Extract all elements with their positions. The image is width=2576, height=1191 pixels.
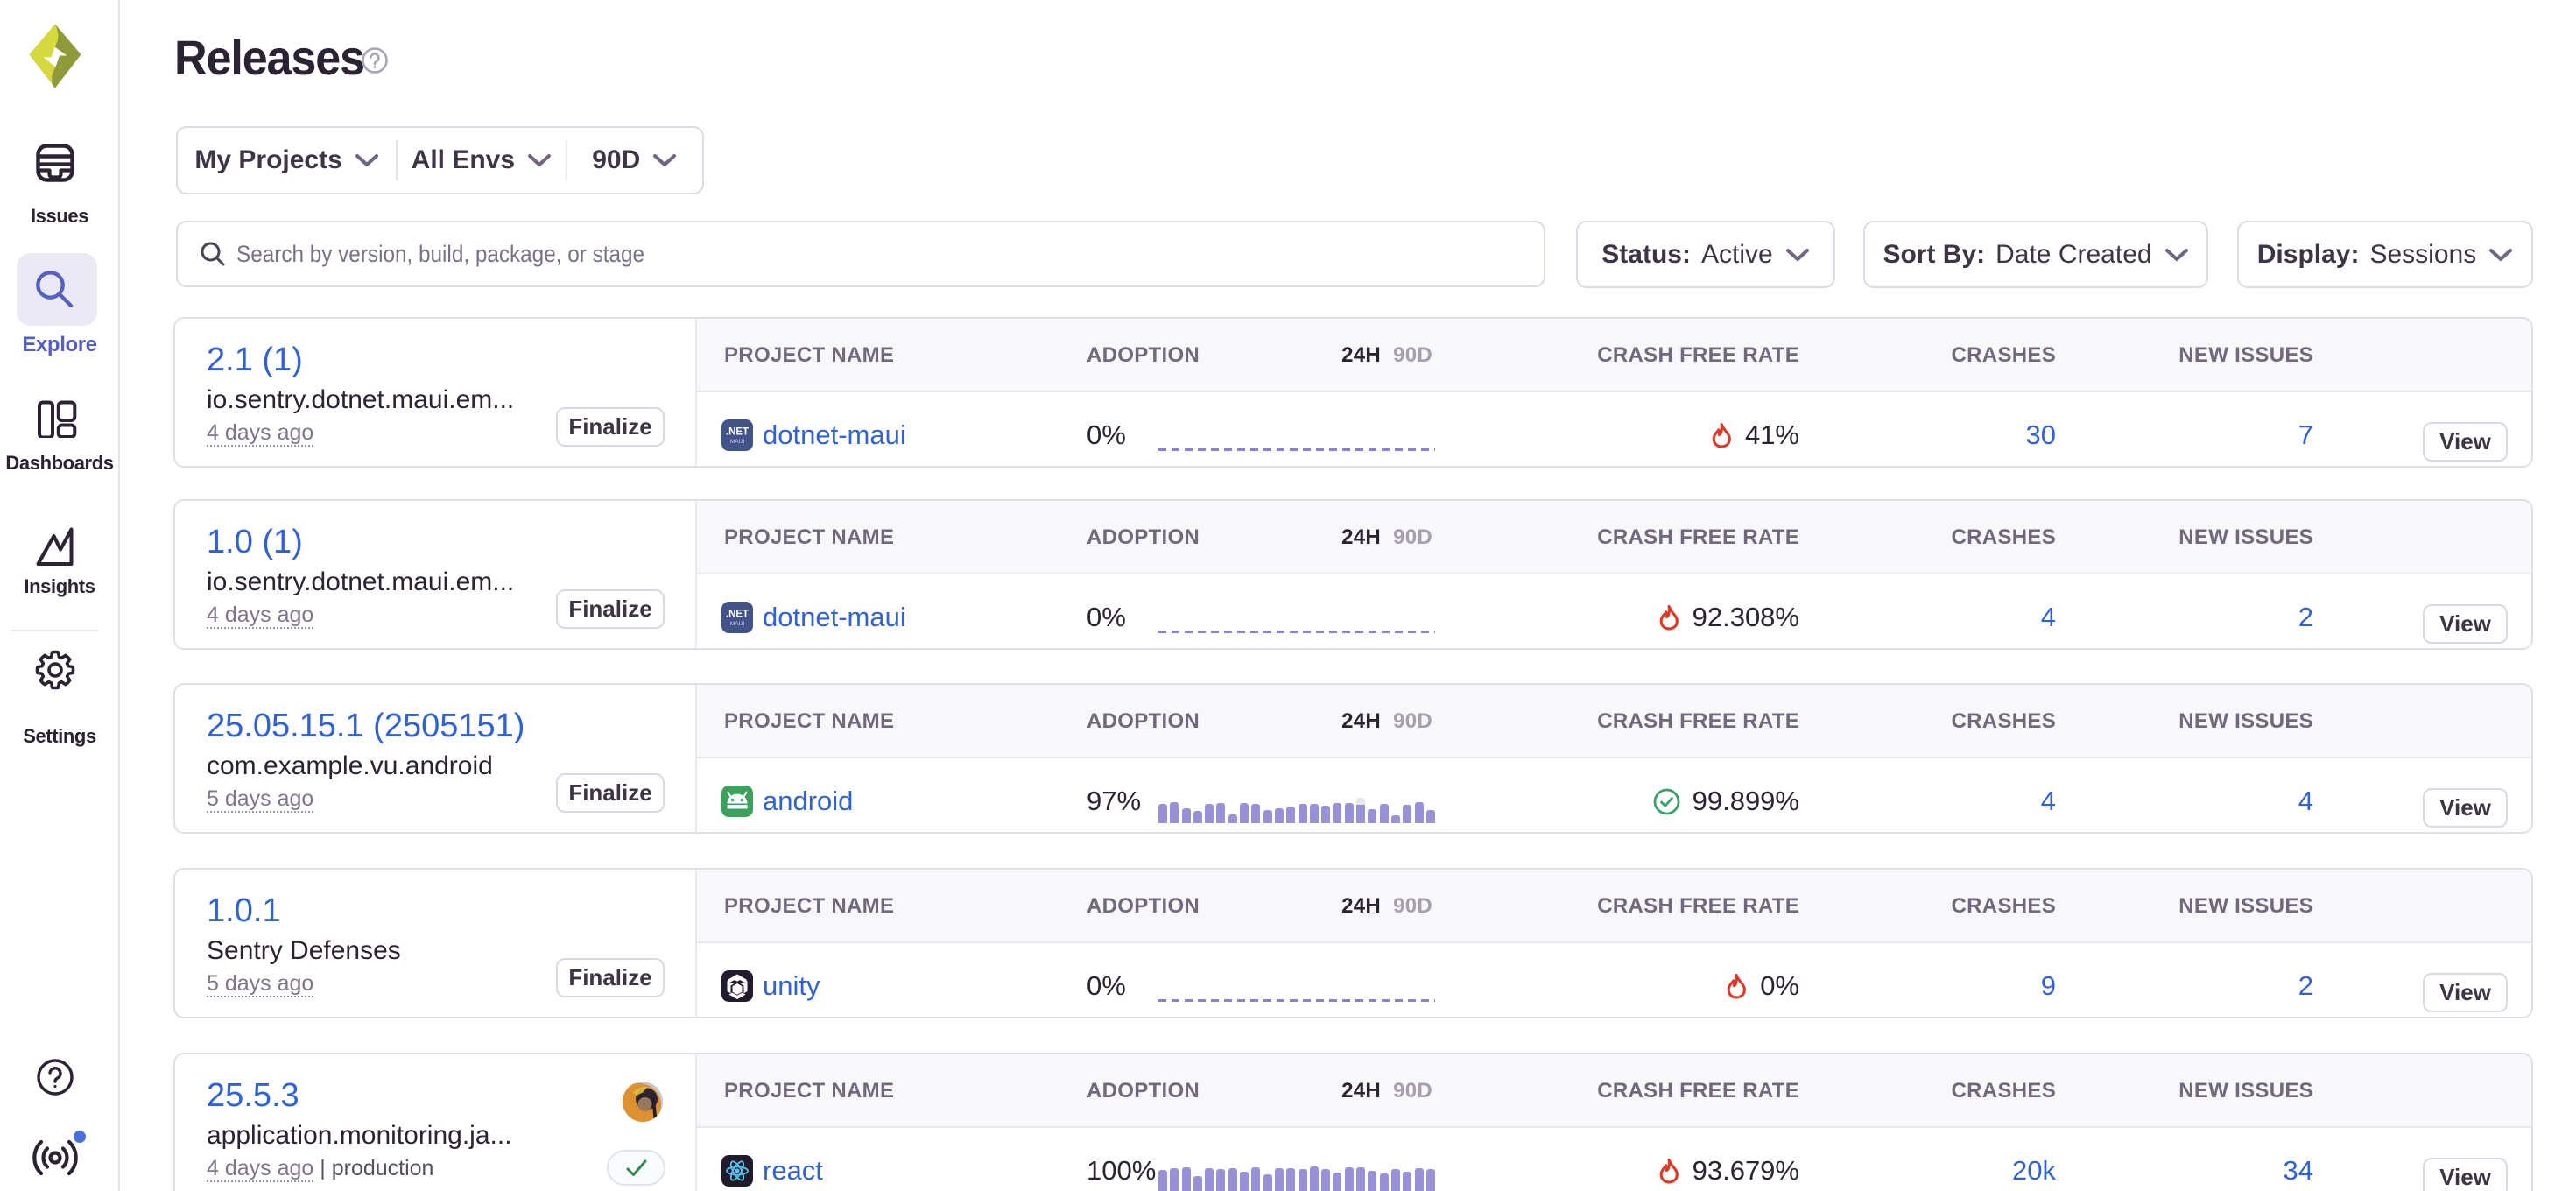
svg-text:MAUI: MAUI [730,621,744,627]
svg-text:.NET: .NET [726,610,749,620]
svg-text:MAUI: MAUI [730,439,744,445]
svg-text:.NET: .NET [726,427,749,438]
